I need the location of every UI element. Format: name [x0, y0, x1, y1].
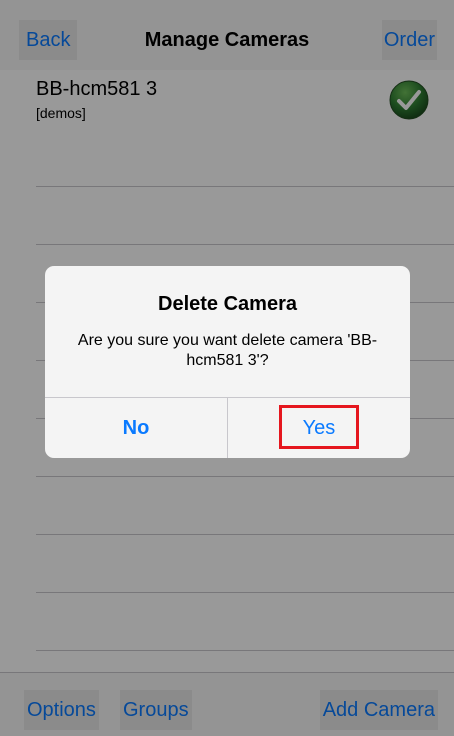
- delete-camera-alert: Delete Camera Are you sure you want dele…: [45, 266, 410, 458]
- manage-cameras-screen: Back Manage Cameras Order BB-hcm581 3 [d…: [0, 0, 454, 736]
- yes-button[interactable]: Yes: [228, 398, 410, 458]
- no-button[interactable]: No: [45, 398, 227, 458]
- alert-message: Are you sure you want delete camera 'BB-…: [77, 332, 378, 369]
- alert-title: Delete Camera: [158, 293, 297, 315]
